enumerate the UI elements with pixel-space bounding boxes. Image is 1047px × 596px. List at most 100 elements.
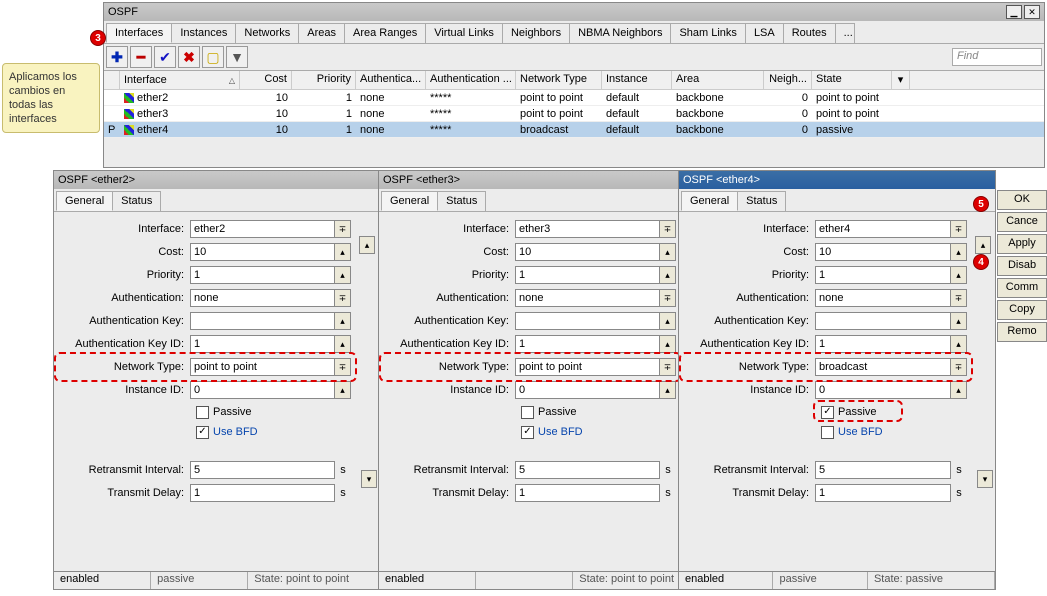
pri-input[interactable]: 1 <box>190 266 335 284</box>
auth-dropdown-icon[interactable]: ∓ <box>951 289 967 307</box>
col-priority[interactable]: Priority <box>292 71 356 89</box>
akid-expand-icon[interactable]: ▴ <box>335 335 351 353</box>
bfd-checkbox-row[interactable]: Use BFD <box>385 423 676 441</box>
iface-dropdown-icon[interactable]: ∓ <box>660 220 676 238</box>
iface-dropdown-icon[interactable]: ∓ <box>951 220 967 238</box>
col-neigh[interactable]: Neigh... <box>764 71 812 89</box>
tab-neighbors[interactable]: Neighbors <box>502 23 570 43</box>
cost-input[interactable]: 10 <box>815 243 951 261</box>
passive-checkbox[interactable] <box>196 406 209 419</box>
cancel-button[interactable]: Cance <box>997 212 1047 232</box>
ntype-input[interactable]: point to point <box>190 358 335 376</box>
akey-expand-icon[interactable]: ▴ <box>335 312 351 330</box>
auth-input[interactable]: none <box>515 289 660 307</box>
ntype-dropdown-icon[interactable]: ∓ <box>951 358 967 376</box>
passive-checkbox-row[interactable]: Passive <box>385 403 676 421</box>
iid-input[interactable]: 0 <box>815 381 951 399</box>
tab-status[interactable]: Status <box>112 191 161 211</box>
tab-nbma[interactable]: NBMA Neighbors <box>569 23 671 43</box>
col-auth[interactable]: Authentica... <box>356 71 426 89</box>
auth-dropdown-icon[interactable]: ∓ <box>335 289 351 307</box>
tab-sham[interactable]: Sham Links <box>670 23 745 43</box>
remove-button[interactable]: Remo <box>997 322 1047 342</box>
scroll-down-icon[interactable]: ▾ <box>361 470 377 488</box>
akid-expand-icon[interactable]: ▴ <box>660 335 676 353</box>
akey-expand-icon[interactable]: ▴ <box>951 312 967 330</box>
tdelay-input[interactable]: 1 <box>190 484 335 502</box>
ntype-input[interactable]: broadcast <box>815 358 951 376</box>
iid-expand-icon[interactable]: ▴ <box>335 381 351 399</box>
enable-button[interactable]: ✔ <box>154 46 176 68</box>
close-icon[interactable]: ✕ <box>1024 5 1040 19</box>
passive-checkbox[interactable] <box>521 406 534 419</box>
col-area[interactable]: Area <box>672 71 764 89</box>
tab-lsa[interactable]: LSA <box>745 23 784 43</box>
pri-expand-icon[interactable]: ▴ <box>660 266 676 284</box>
ntype-dropdown-icon[interactable]: ∓ <box>660 358 676 376</box>
cost-input[interactable]: 10 <box>190 243 335 261</box>
col-flag[interactable] <box>104 71 120 89</box>
bfd-checkbox[interactable] <box>196 426 209 439</box>
comment-button[interactable]: ▢ <box>202 46 224 68</box>
tab-instances[interactable]: Instances <box>171 23 236 43</box>
auth-input[interactable]: none <box>815 289 951 307</box>
bfd-checkbox[interactable] <box>821 426 834 439</box>
col-nettype[interactable]: Network Type <box>516 71 602 89</box>
col-instance[interactable]: Instance <box>602 71 672 89</box>
filter-button[interactable]: ▼ <box>226 46 248 68</box>
tab-more[interactable]: ... <box>835 23 855 43</box>
tab-area-ranges[interactable]: Area Ranges <box>344 23 426 43</box>
cost-expand-icon[interactable]: ▴ <box>660 243 676 261</box>
tab-networks[interactable]: Networks <box>235 23 299 43</box>
col-state[interactable]: State <box>812 71 892 89</box>
iface-input[interactable]: ether2 <box>190 220 335 238</box>
pri-input[interactable]: 1 <box>815 266 951 284</box>
retx-input[interactable]: 5 <box>190 461 335 479</box>
bfd-checkbox[interactable] <box>521 426 534 439</box>
bfd-checkbox-row[interactable]: Use BFD <box>60 423 351 441</box>
pri-expand-icon[interactable]: ▴ <box>335 266 351 284</box>
iid-expand-icon[interactable]: ▴ <box>660 381 676 399</box>
tab-routes[interactable]: Routes <box>783 23 836 43</box>
dialog-titlebar[interactable]: OSPF <ether4> <box>679 171 995 189</box>
akey-input[interactable] <box>190 312 335 330</box>
auth-input[interactable]: none <box>190 289 335 307</box>
passive-checkbox[interactable] <box>821 406 834 419</box>
passive-checkbox-row[interactable]: Passive <box>685 403 967 421</box>
col-cost[interactable]: Cost <box>240 71 292 89</box>
iface-dropdown-icon[interactable]: ∓ <box>335 220 351 238</box>
passive-checkbox-row[interactable]: Passive <box>60 403 351 421</box>
akid-input[interactable]: 1 <box>190 335 335 353</box>
apply-button[interactable]: Apply <box>997 234 1047 254</box>
tdelay-input[interactable]: 1 <box>815 484 951 502</box>
iid-input[interactable]: 0 <box>515 381 660 399</box>
retx-input[interactable]: 5 <box>815 461 951 479</box>
iid-expand-icon[interactable]: ▴ <box>951 381 967 399</box>
cost-expand-icon[interactable]: ▴ <box>335 243 351 261</box>
col-authkey[interactable]: Authentication ... <box>426 71 516 89</box>
iface-input[interactable]: ether3 <box>515 220 660 238</box>
scroll-down-icon[interactable]: ▾ <box>977 470 993 488</box>
tab-interfaces[interactable]: Interfaces <box>106 23 172 43</box>
tab-general[interactable]: General <box>681 191 738 211</box>
copy-button[interactable]: Copy <box>997 300 1047 320</box>
tab-general[interactable]: General <box>381 191 438 211</box>
tab-general[interactable]: General <box>56 191 113 211</box>
tab-virtual-links[interactable]: Virtual Links <box>425 23 503 43</box>
col-menu[interactable]: ▾ <box>892 71 910 89</box>
find-input[interactable]: Find <box>952 48 1042 66</box>
remove-button[interactable]: ━ <box>130 46 152 68</box>
col-interface[interactable]: Interface△ <box>120 71 240 89</box>
akid-input[interactable]: 1 <box>515 335 660 353</box>
ok-button[interactable]: OK <box>997 190 1047 210</box>
akey-input[interactable] <box>815 312 951 330</box>
ntype-dropdown-icon[interactable]: ∓ <box>335 358 351 376</box>
tab-status[interactable]: Status <box>737 191 786 211</box>
dialog-titlebar[interactable]: OSPF <ether3> <box>379 171 704 189</box>
ospf-titlebar[interactable]: OSPF ▁ ✕ <box>104 3 1044 21</box>
tab-areas[interactable]: Areas <box>298 23 345 43</box>
add-button[interactable]: ✚ <box>106 46 128 68</box>
ntype-input[interactable]: point to point <box>515 358 660 376</box>
table-row[interactable]: ether3 10 1 none ***** point to point de… <box>104 106 1044 122</box>
akid-input[interactable]: 1 <box>815 335 951 353</box>
